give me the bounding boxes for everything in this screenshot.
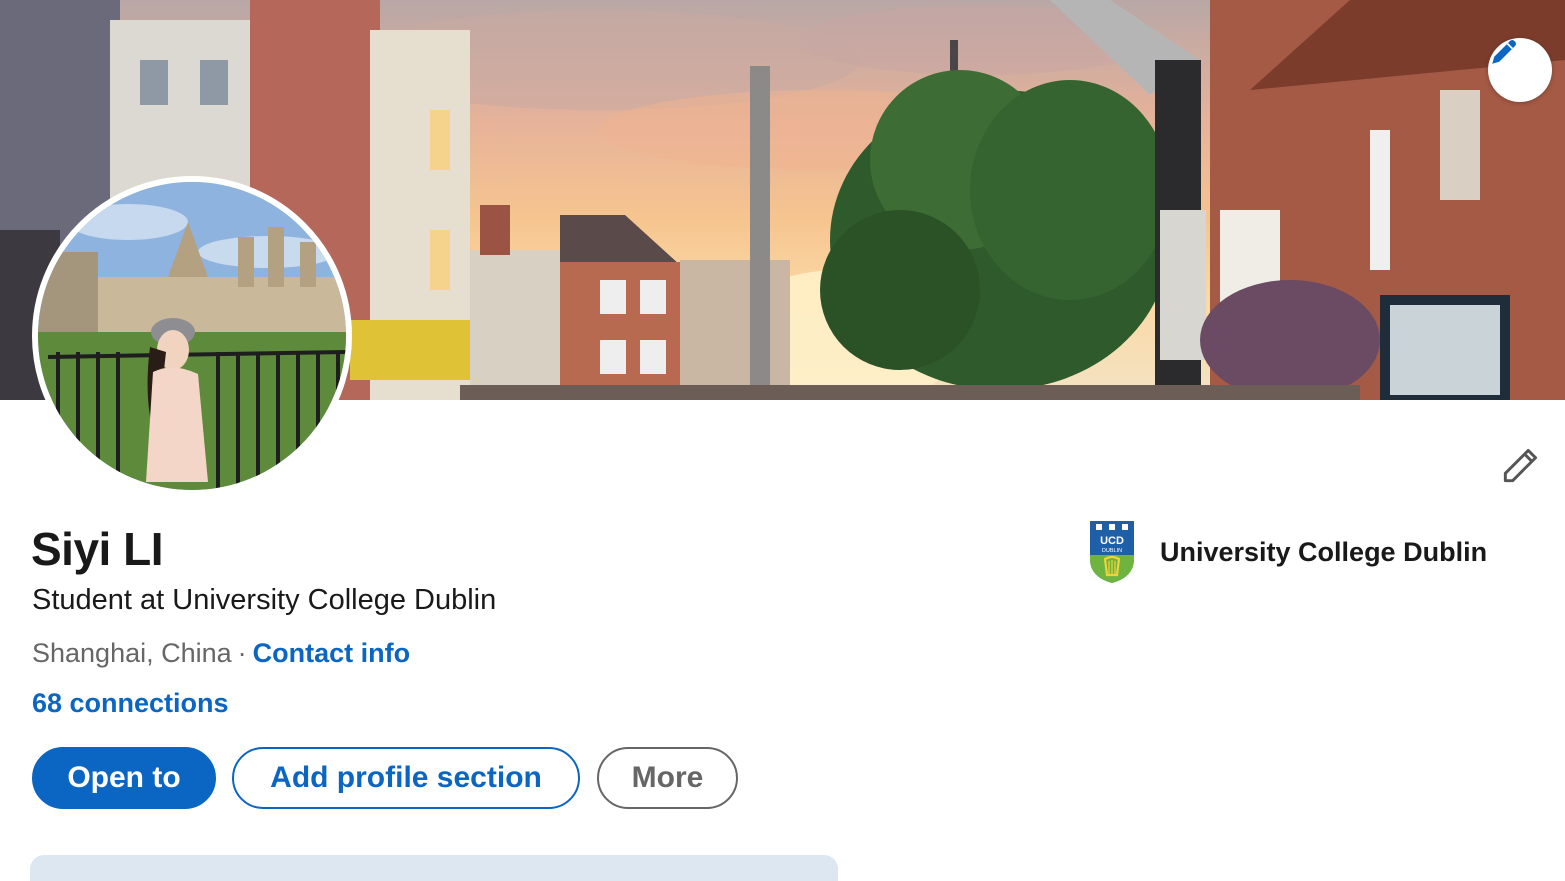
open-to-button[interactable]: Open to [32, 747, 216, 809]
more-button[interactable]: More [597, 747, 738, 809]
crest-text-bottom: DUBLIN [1102, 548, 1122, 554]
school-name: University College Dublin [1160, 536, 1488, 567]
crest-text-top: UCD [1100, 535, 1124, 547]
location-line: Shanghai, China · Contact info [32, 638, 410, 669]
profile-avatar[interactable] [32, 176, 352, 496]
profile-name: Siyi LI [31, 523, 163, 575]
avatar-photo [38, 182, 346, 490]
contact-info-link[interactable]: Contact info [253, 638, 410, 668]
pencil-outline-icon [1503, 448, 1538, 483]
profile-page: Siyi LI Student at University College Du… [0, 0, 1565, 881]
intro-edit-button[interactable] [1494, 440, 1546, 492]
profile-location: Shanghai, China [32, 638, 232, 668]
connections-link[interactable]: 68 connections [32, 688, 229, 719]
add-profile-section-button[interactable]: Add profile section [232, 747, 580, 809]
cover-edit-button[interactable] [1488, 38, 1552, 102]
location-separator: · [237, 638, 247, 668]
ucd-crest-icon: UCD DUBLIN [1090, 521, 1134, 583]
education-link[interactable]: UCD DUBLIN University College Dublin [1088, 518, 1487, 586]
next-card-preview [30, 855, 838, 881]
pencil-icon [1492, 40, 1516, 64]
profile-headline: Student at University College Dublin [32, 584, 497, 616]
